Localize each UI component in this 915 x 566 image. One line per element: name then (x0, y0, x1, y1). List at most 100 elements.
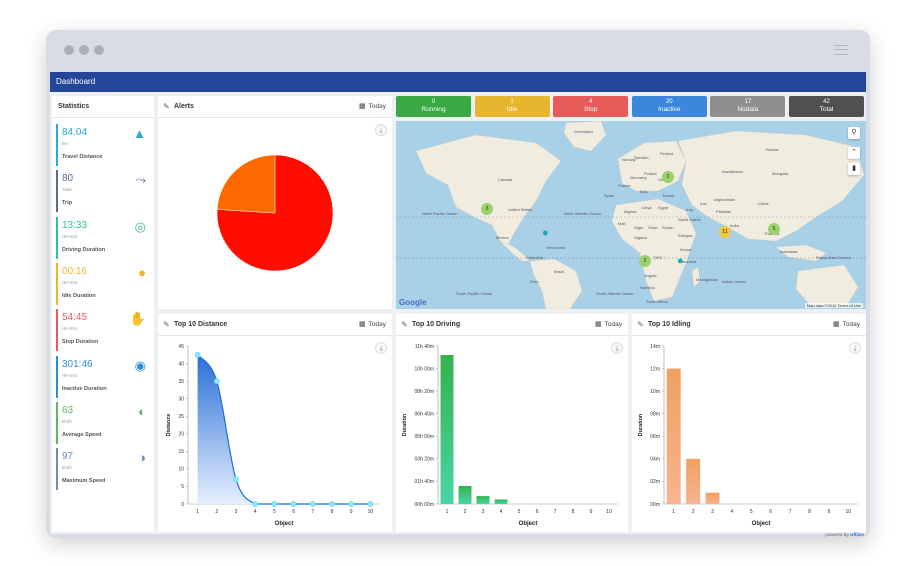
pencil-icon: ✎ (401, 320, 408, 329)
data-point[interactable] (290, 501, 297, 507)
map-trash-icon[interactable]: ▮ (848, 163, 860, 175)
y-tick-label: 03h 20m (415, 457, 434, 463)
data-point[interactable] (233, 476, 239, 483)
stat-value: 80 (62, 173, 74, 185)
bar[interactable] (494, 499, 508, 504)
map-cluster[interactable]: 5 (768, 223, 780, 235)
data-point[interactable] (252, 501, 259, 507)
stat-card[interactable]: 80 Total Trip ⤳ (56, 170, 150, 213)
y-tick-label: 14m (650, 344, 660, 350)
stat-card[interactable]: 54:45 HH:mm Stop Duration ✋ (56, 309, 150, 352)
data-point[interactable] (271, 501, 278, 507)
window-titlebar (46, 30, 870, 70)
stat-unit: km/h (62, 465, 72, 471)
window-maximize-dot[interactable] (94, 45, 104, 55)
map-label: Madagascar (696, 277, 719, 282)
x-tick-label: 7 (789, 509, 792, 515)
pie-slice[interactable] (216, 154, 276, 214)
map-marker-icon[interactable]: ● (677, 255, 684, 267)
status-button-stop[interactable]: 4 Stop (553, 96, 629, 117)
alerts-date-filter[interactable]: ▦ Today (359, 96, 386, 118)
status-label: Stop (584, 106, 598, 113)
bar[interactable] (686, 458, 701, 504)
y-tick-label: 00m (650, 502, 660, 508)
calendar-icon: ▦ (833, 321, 840, 328)
bar[interactable] (458, 485, 472, 504)
stat-value: 54:45 (62, 312, 88, 324)
x-tick-label: 2 (215, 509, 218, 515)
stat-card[interactable]: 00:16 HH:mm Idle Duration ● (56, 262, 150, 305)
stat-label: Idle Duration (62, 292, 96, 299)
driving-header: ✎ Top 10 Driving ▦ Today (396, 314, 628, 336)
map-label: Kenya (680, 247, 692, 252)
x-tick-label: 10 (368, 509, 374, 515)
bar[interactable] (476, 496, 490, 504)
map-cluster[interactable]: 11 (719, 226, 731, 238)
data-point[interactable] (213, 378, 220, 385)
stat-unit: km (62, 141, 68, 146)
map-cluster[interactable]: 3 (481, 203, 493, 215)
stat-card[interactable]: 63 km/h Average Speed ◐ (56, 401, 150, 444)
map-label: Pakistan (716, 209, 732, 214)
stat-unit: HH:mm (62, 372, 78, 378)
hamburger-menu-icon[interactable] (834, 45, 848, 55)
data-point[interactable] (329, 501, 335, 507)
distance-date-filter[interactable]: ▦ Today (359, 314, 386, 336)
map-attribution[interactable]: Map data ©2019 Terms of Use (804, 303, 863, 308)
map-label: Indian Ocean (722, 279, 746, 284)
driving-chart: 00h 00m 01h 40m 03h 20m 05h 00m 06h 40m 08h 2… (402, 344, 618, 527)
calendar-icon: ▦ (359, 103, 366, 110)
status-button-idle[interactable]: 1 Idle (474, 96, 550, 117)
map-label: Mali (618, 221, 626, 226)
status-button-total[interactable]: 42 Total (789, 96, 864, 117)
x-tick-label: 5 (273, 509, 276, 515)
window-close-dot[interactable] (64, 45, 74, 55)
status-label: Nodata (737, 106, 759, 113)
data-point[interactable] (309, 501, 316, 507)
stat-label: Stop Duration (62, 339, 99, 346)
map-label: Sudan (662, 225, 674, 230)
stat-card[interactable]: 13:33 HH:mm Driving Duration ◎ (56, 216, 150, 259)
stat-card[interactable]: 301:46 HH:mm Inactive Duration ◉ (56, 355, 150, 398)
x-tick-label: 2 (692, 509, 695, 515)
brand-link[interactable]: Uffizio (850, 532, 864, 537)
stat-card[interactable]: 84.04 km Travel Distance ▲ (56, 124, 150, 166)
status-label: Running (421, 106, 446, 113)
signal-icon: ◉ (134, 357, 146, 373)
fleet-map[interactable]: Greenland Canada United States North Pacifi… (396, 121, 866, 309)
map-label: South Atlantic Ocean (596, 291, 634, 296)
bar[interactable] (440, 355, 454, 504)
map-label: Nigeria (634, 235, 647, 240)
google-logo: Google (399, 298, 427, 307)
map-cluster[interactable]: 2 (639, 255, 651, 267)
map-marker-icon[interactable]: ● (542, 227, 549, 239)
x-tick-label: 2 (464, 509, 467, 515)
y-tick-label: 08h 20m (415, 389, 434, 395)
stat-card[interactable]: 97 km/h Maximum Speed ◑ (56, 448, 150, 491)
powered-by: powered By Uffizio (825, 532, 864, 537)
driving-date-filter[interactable]: ▦ Today (595, 314, 622, 336)
data-point[interactable] (367, 501, 374, 507)
driving-title: Top 10 Driving (412, 321, 461, 328)
map-cluster[interactable]: 2 (662, 171, 674, 183)
x-tick-label: 3 (711, 509, 714, 515)
map-zoom-icon[interactable]: ⌃ (848, 147, 860, 159)
status-button-nodata[interactable]: 17 Nodata (710, 96, 786, 117)
map-label: France (618, 183, 631, 188)
y-tick-label: 35 (178, 379, 184, 385)
y-tick-label: 10 (178, 467, 184, 473)
window-minimize-dot[interactable] (79, 45, 89, 55)
map-label: Algeria (624, 209, 637, 214)
calendar-icon: ▦ (359, 321, 366, 328)
status-button-running[interactable]: 0 Running (396, 96, 471, 117)
status-button-inactive[interactable]: 20 Inactive (631, 96, 707, 117)
map-label: Mongolia (772, 171, 789, 176)
map-search-icon[interactable]: ⚲ (848, 127, 860, 139)
bar[interactable] (666, 368, 681, 504)
data-point[interactable] (194, 351, 201, 358)
x-tick-label: 4 (731, 509, 734, 515)
bar[interactable] (705, 492, 720, 504)
idling-date-filter[interactable]: ▦ Today (833, 314, 860, 336)
data-point[interactable] (348, 501, 355, 507)
y-tick-label: 00h 00m (415, 502, 434, 508)
